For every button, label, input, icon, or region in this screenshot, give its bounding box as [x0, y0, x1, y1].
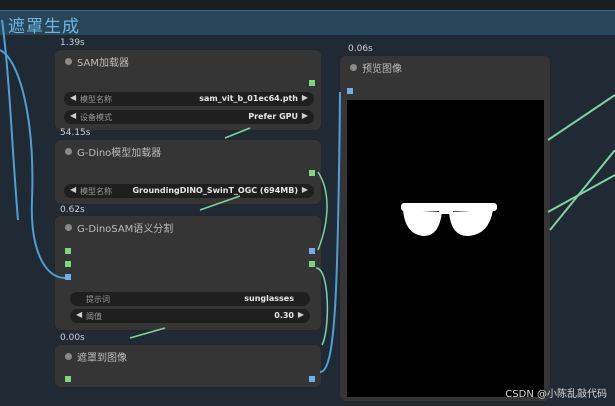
connection-wires: [0, 19, 615, 373]
watermark: CSDN @小陈乱敲代码: [505, 389, 607, 400]
